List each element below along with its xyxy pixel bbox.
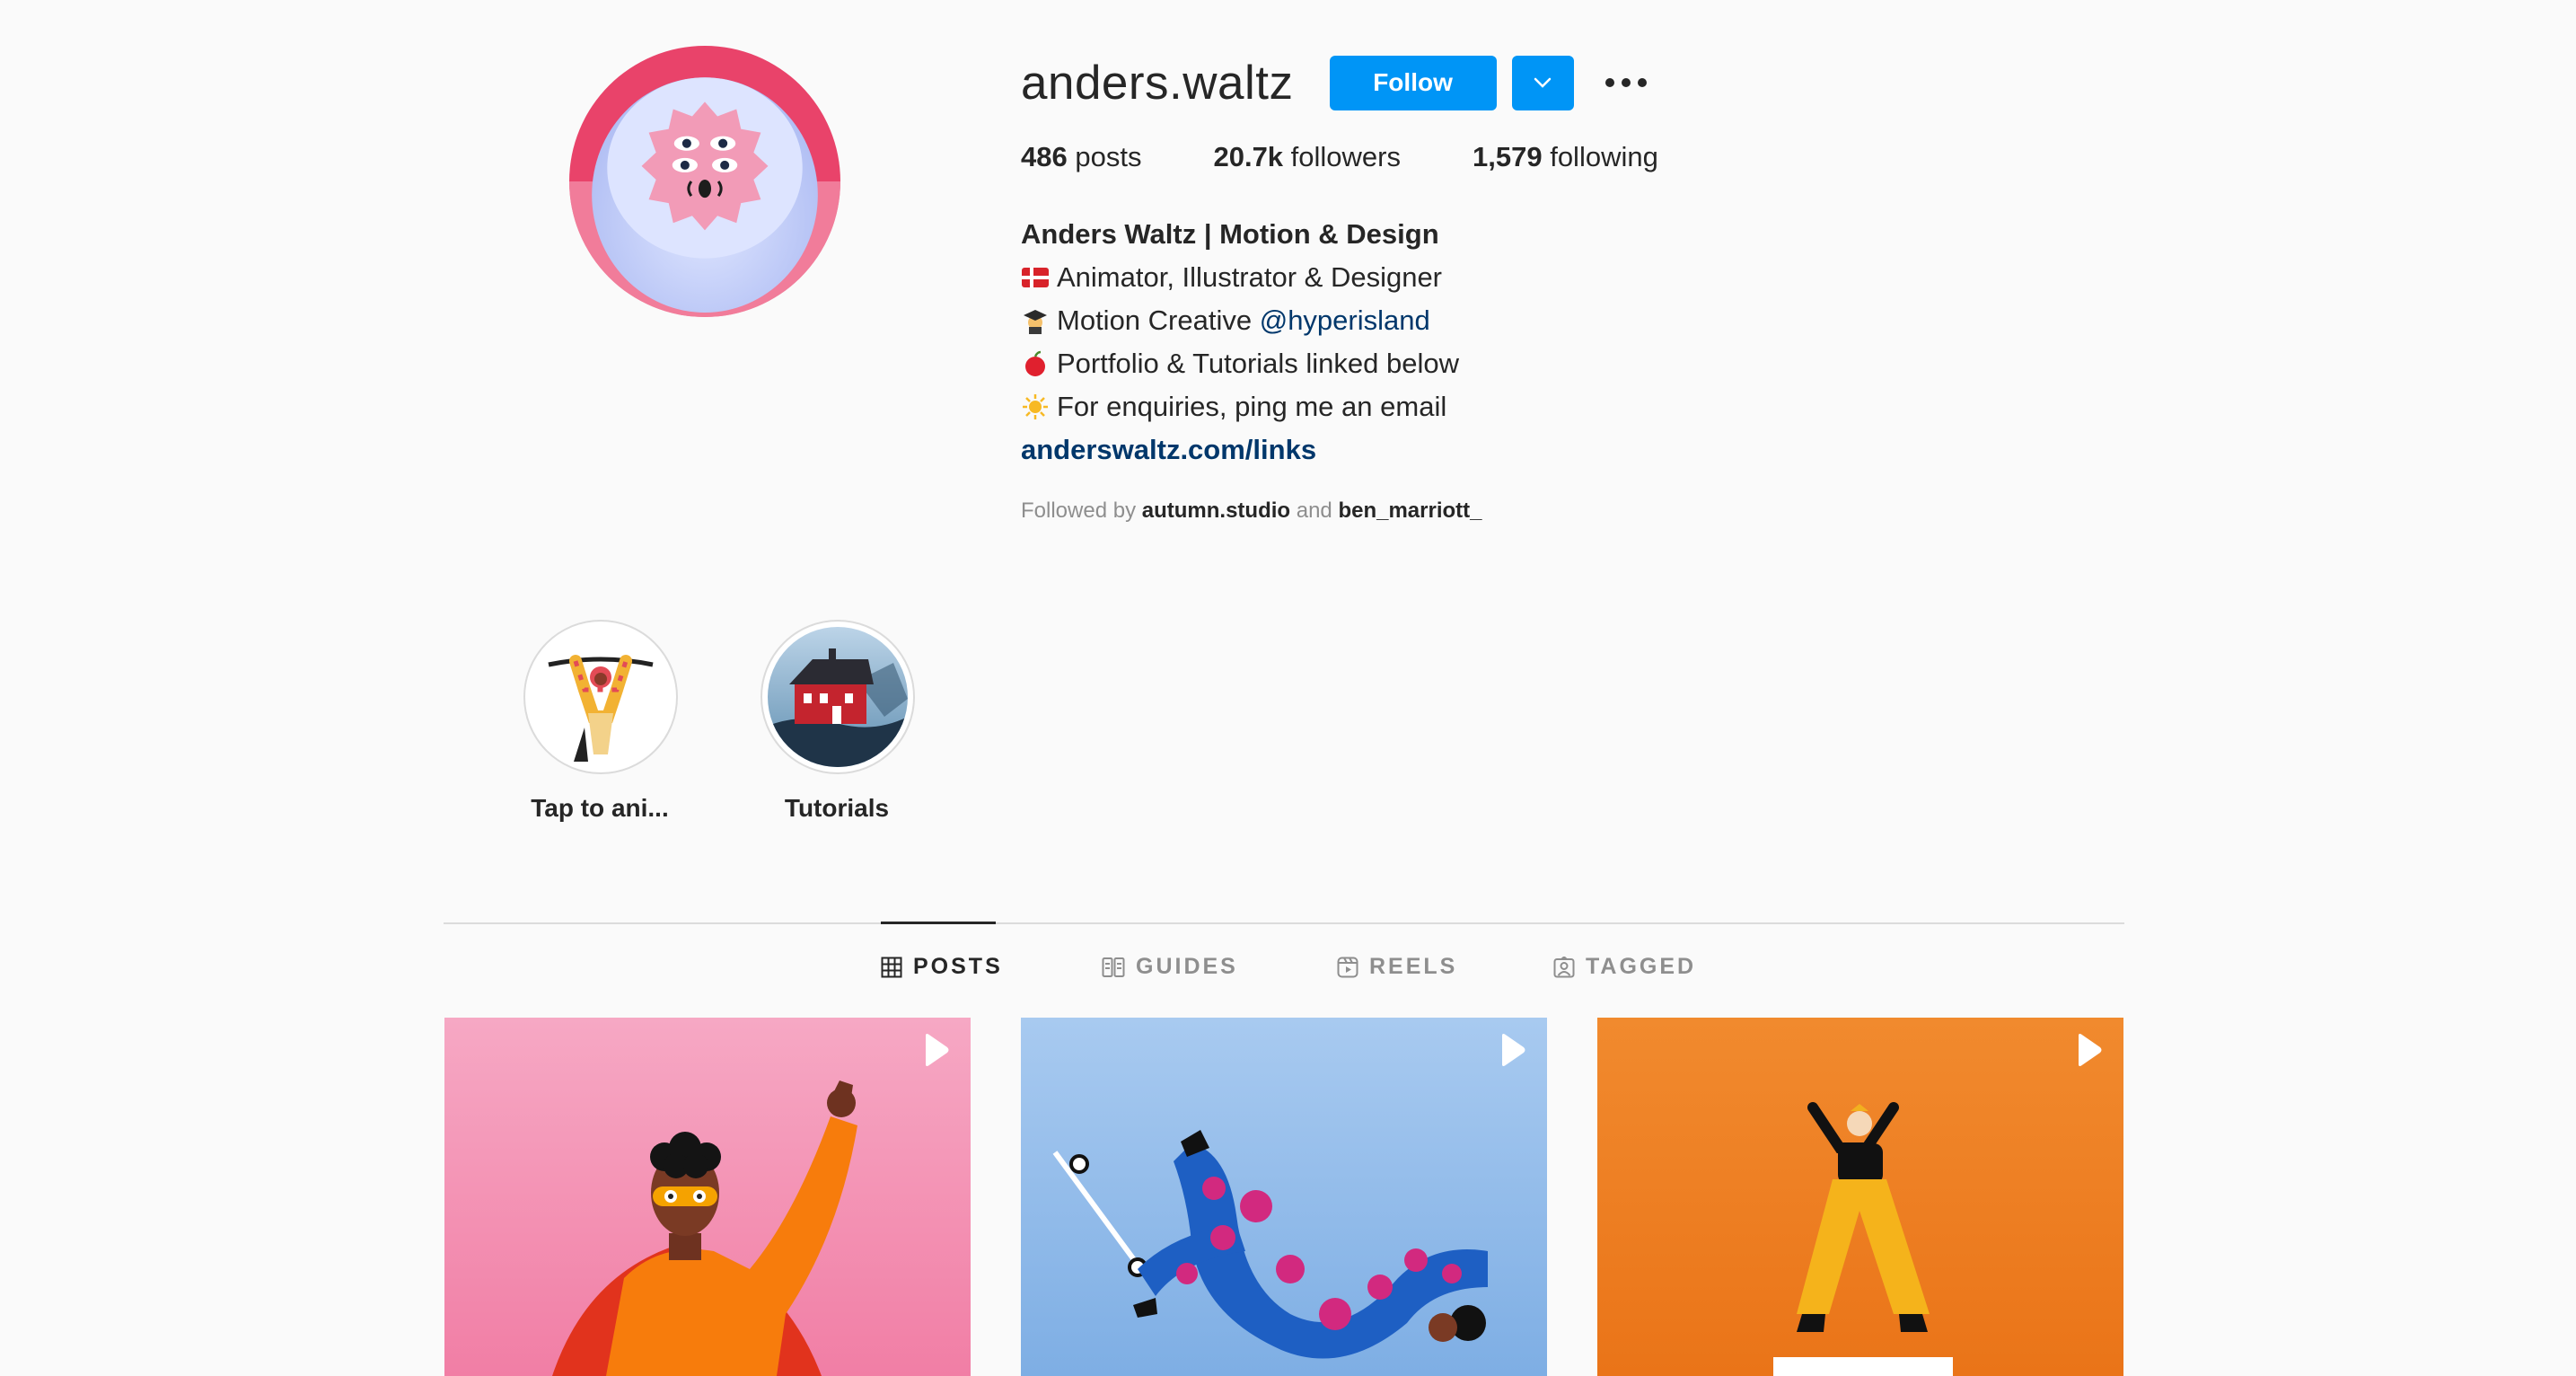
tab-tagged[interactable]: TAGGED xyxy=(1553,954,1696,980)
profile-tabs: POSTS GUIDES REELS TAGGED xyxy=(0,954,2576,990)
bio-line-4: For enquiries, ping me an email xyxy=(1021,385,2098,428)
full-name: Anders Waltz | Motion & Design xyxy=(1021,218,1439,250)
posts-count: 486 posts xyxy=(1021,141,1141,173)
following-count-value: 1,579 xyxy=(1473,141,1543,172)
tagged-icon xyxy=(1553,956,1575,977)
highlight-tutorials[interactable]: Tutorials xyxy=(760,620,915,823)
post-thumbnail[interactable] xyxy=(444,1018,971,1376)
post-image-raised-fist-character xyxy=(444,1018,971,1376)
followed-by: Followed by autumn.studio and ben_marrio… xyxy=(1021,490,2098,533)
profile-info: anders.waltz Follow 486 posts 20.7k foll… xyxy=(1021,45,2098,533)
followers-count-value: 20.7k xyxy=(1213,141,1284,172)
posts-count-value: 486 xyxy=(1021,141,1068,172)
post-thumbnail[interactable] xyxy=(1021,1018,1547,1376)
tab-posts-label: POSTS xyxy=(913,954,1003,979)
post-image-polka-dot-dancer xyxy=(1021,1018,1547,1376)
highlight-character-image xyxy=(531,627,671,767)
highlight-house-image xyxy=(768,627,908,767)
followers-link[interactable]: 20.7k followers xyxy=(1213,141,1401,173)
profile-avatar[interactable] xyxy=(569,46,840,317)
profile-stats: 486 posts 20.7k followers 1,579 followin… xyxy=(1021,141,2098,173)
apple-icon xyxy=(1021,349,1050,378)
avatar-illustration xyxy=(569,46,840,317)
follower-account-link[interactable]: ben_marriott_ xyxy=(1338,498,1481,523)
bio-line-1-text: Animator, Illustrator & Designer xyxy=(1057,261,1443,293)
post-image-arms-raised-figure xyxy=(1597,1018,2123,1376)
highlight-cover xyxy=(523,620,678,774)
bio-line-2-text: Motion Creative xyxy=(1057,304,1260,336)
play-icon xyxy=(2079,1034,2102,1066)
follower-account-link[interactable]: autumn.studio xyxy=(1142,498,1290,523)
play-icon xyxy=(926,1034,949,1066)
tab-posts[interactable]: POSTS xyxy=(881,954,1003,980)
sun-icon xyxy=(1021,393,1050,421)
options-button[interactable] xyxy=(1599,56,1653,110)
tab-guides-label: GUIDES xyxy=(1136,954,1238,979)
highlight-label: Tap to ani... xyxy=(531,794,669,822)
tabs-divider xyxy=(444,922,2124,924)
follow-button[interactable]: Follow xyxy=(1329,55,1497,110)
tab-reels[interactable]: REELS xyxy=(1337,954,1457,980)
post-thumbnail[interactable] xyxy=(1597,1018,2123,1376)
suggested-accounts-button[interactable] xyxy=(1511,55,1574,110)
active-tab-indicator xyxy=(881,922,996,924)
bio-line-1: Animator, Illustrator & Designer xyxy=(1021,256,2098,299)
tab-tagged-label: TAGGED xyxy=(1586,954,1697,979)
guides-icon xyxy=(1102,957,1125,977)
followed-by-conjunction: and xyxy=(1296,498,1332,523)
chevron-down-icon xyxy=(1534,77,1552,88)
grid-icon xyxy=(881,957,902,977)
graduate-icon xyxy=(1021,306,1050,335)
posts-count-label: posts xyxy=(1075,141,1142,172)
bio-line-3-text: Portfolio & Tutorials linked below xyxy=(1057,348,1460,379)
following-link[interactable]: 1,579 following xyxy=(1473,141,1658,173)
username: anders.waltz xyxy=(1021,56,1294,110)
tab-reels-label: REELS xyxy=(1369,954,1458,979)
website-link[interactable]: anderswaltz.com/links xyxy=(1021,428,2098,472)
highlight-cover xyxy=(760,620,915,774)
profile-bio: Anders Waltz | Motion & Design Animator,… xyxy=(1021,213,2098,533)
bio-line-3: Portfolio & Tutorials linked below xyxy=(1021,342,2098,385)
bio-line-4-text: For enquiries, ping me an email xyxy=(1057,391,1447,422)
denmark-flag-icon xyxy=(1021,263,1050,292)
followed-by-prefix: Followed by xyxy=(1021,498,1137,523)
highlight-label: Tutorials xyxy=(784,794,890,822)
highlight-tap-to-animate[interactable]: Tap to ani... xyxy=(523,620,678,823)
hyperisland-mention-link[interactable]: @hyperisland xyxy=(1260,299,1430,342)
bio-line-2: Motion Creative @hyperisland xyxy=(1021,299,2098,342)
more-options-icon xyxy=(1605,78,1647,87)
tab-guides[interactable]: GUIDES xyxy=(1102,954,1238,980)
reels-icon xyxy=(1337,957,1358,977)
following-count-label: following xyxy=(1550,141,1658,172)
followers-count-label: followers xyxy=(1290,141,1401,172)
profile-title-row: anders.waltz Follow xyxy=(1021,45,2098,120)
play-icon xyxy=(1502,1034,1525,1066)
